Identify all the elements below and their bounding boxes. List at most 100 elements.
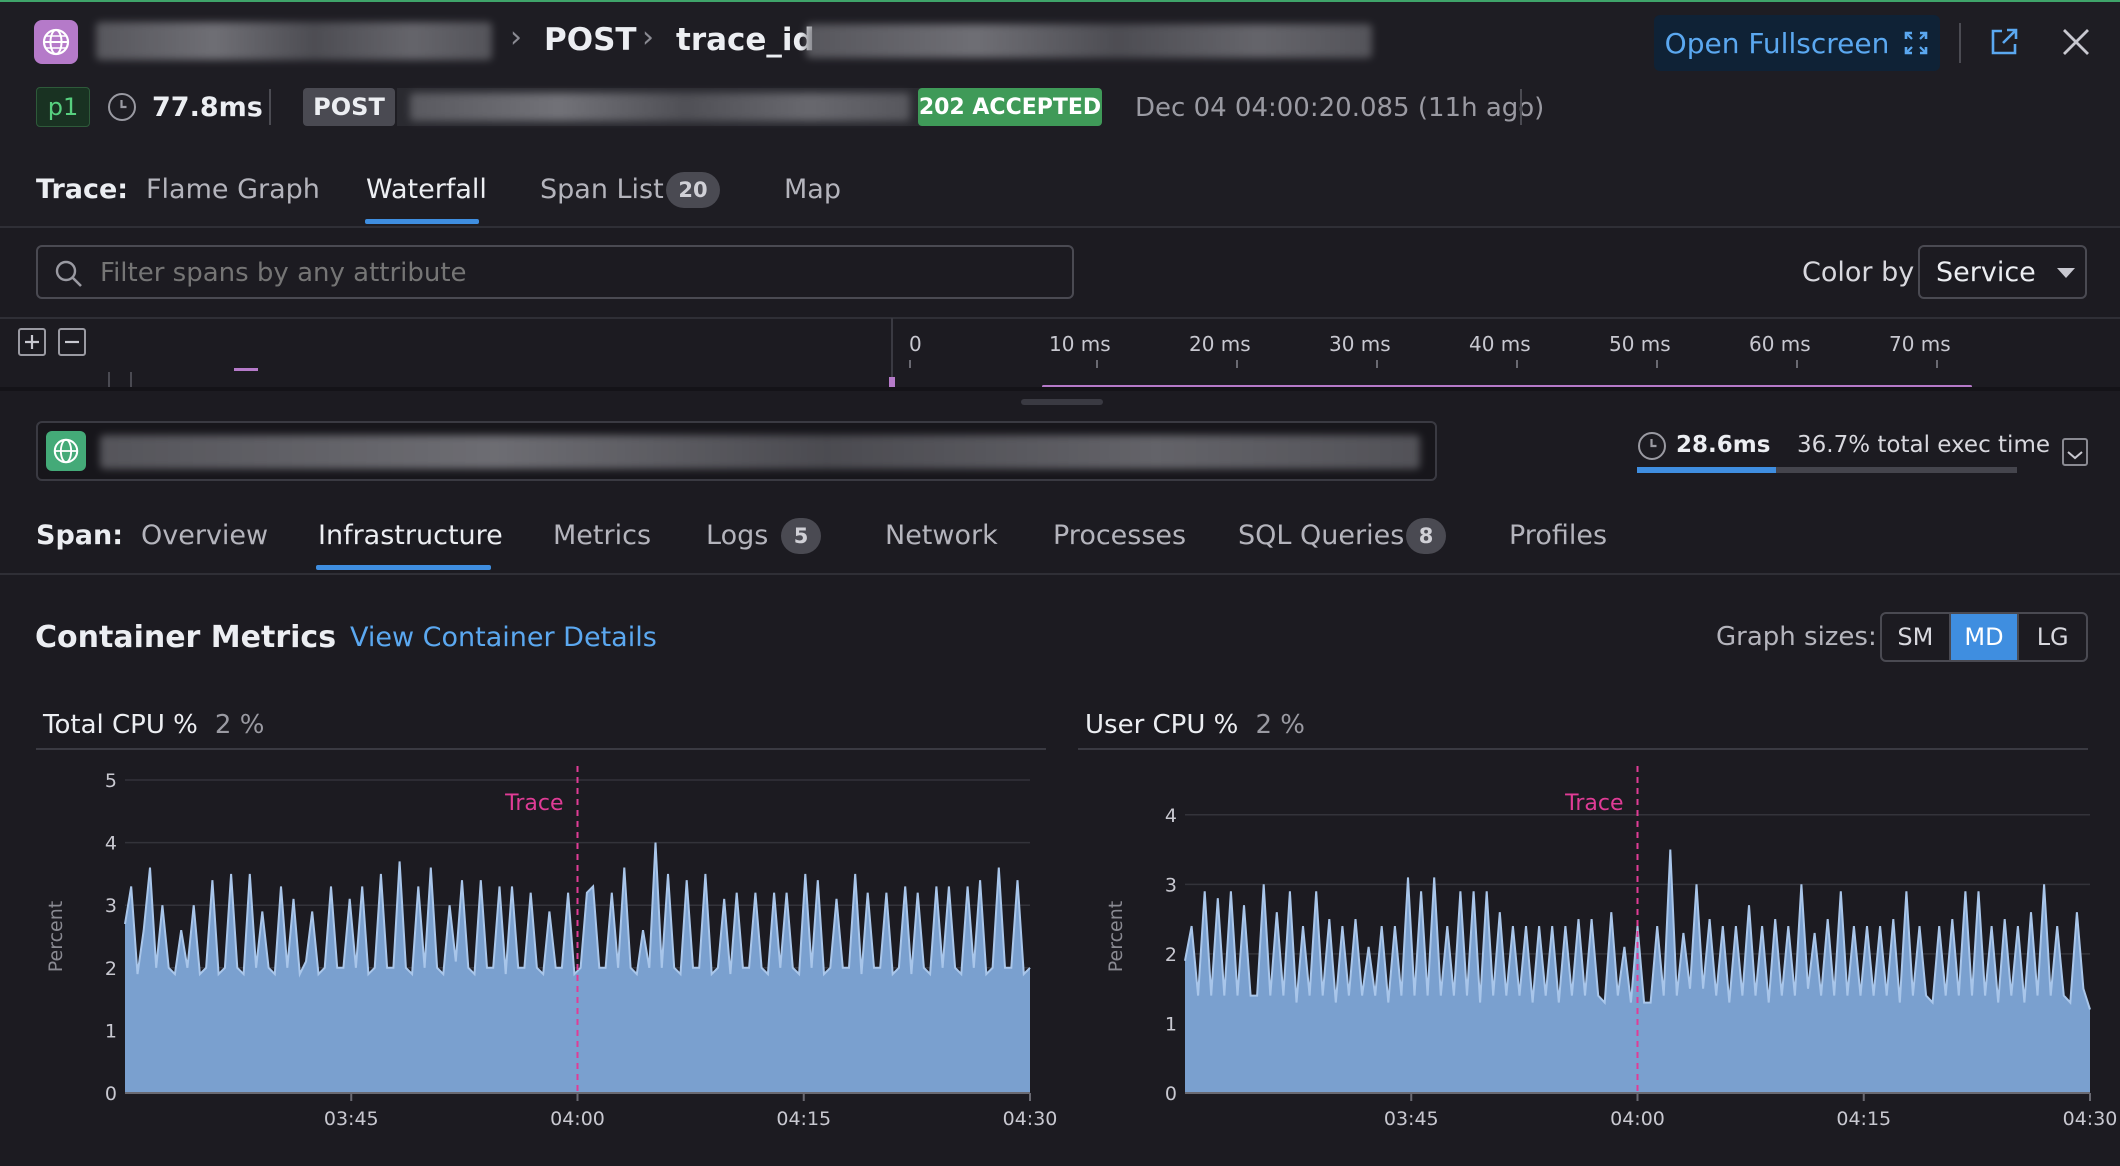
timeline-tick [1236,360,1238,368]
y-axis-label: Percent [45,901,67,973]
close-icon[interactable] [2060,26,2092,62]
timeline-tick-label: 40 ms [1469,332,1531,356]
redacted-service-name [96,22,492,60]
tab-logs[interactable]: Logs [706,520,768,551]
timeline-tick-label: 10 ms [1049,332,1111,356]
span-exec-time: 36.7% total exec time [1797,432,2050,458]
span-filter-field[interactable] [36,245,1074,299]
span-marker [889,377,895,387]
logs-count-badge: 5 [781,518,821,554]
collapse-panel-icon[interactable] [2062,438,2088,466]
timeline-tick-label: 30 ms [1329,332,1391,356]
divider [0,573,2120,575]
size-sm-button[interactable]: SM [1882,614,1951,660]
chart-user-cpu-header: User CPU % 2 % [1085,710,1305,740]
user-cpu-chart: 0 1 2 3 4 Percent 03:45 04:00 04:15 04:30 Trace [1105,766,2118,1130]
clock-icon [1638,432,1666,460]
x-tick-label: 04:00 [1610,1108,1665,1130]
method-badge: POST [303,88,395,126]
redacted-url [410,93,910,121]
meta-divider [269,89,271,125]
span-filter-input[interactable] [100,255,1050,291]
breadcrumb-method[interactable]: POST [544,22,637,58]
expand-all-icon[interactable] [18,328,46,356]
y-tick-label: 3 [105,895,117,917]
y-tick-label: 3 [1165,874,1177,896]
y-tick-label: 1 [105,1020,117,1042]
total-cpu-chart: 0 1 2 3 4 5 Percent 03:45 04:00 04:15 04:30 Trace [45,766,1058,1130]
tab-flame-graph[interactable]: Flame Graph [146,174,320,205]
timeline-tick [1376,360,1378,368]
x-tick-label: 04:15 [1836,1108,1891,1130]
resize-handle[interactable] [1021,399,1103,405]
timeline-tick [1096,360,1098,368]
span-tabs-label: Span: [36,520,124,551]
search-icon [55,260,82,287]
breadcrumb-trace-id[interactable]: trace_id [676,22,815,58]
container-metrics-title: Container Metrics [35,620,337,655]
y-tick-label: 0 [105,1083,117,1105]
timeline-tick [1936,360,1938,368]
status-badge: 202 ACCEPTED [918,88,1102,126]
chart-subtitle: 2 % [214,710,265,740]
priority-badge: p1 [36,87,90,127]
y-tick-label: 2 [1165,944,1177,966]
sql-count-badge: 8 [1406,518,1446,554]
tab-metrics[interactable]: Metrics [553,520,651,551]
trace-duration: 77.8ms [152,92,263,123]
tab-waterfall[interactable]: Waterfall [366,174,487,205]
panel-split [0,387,2120,391]
divider [0,226,2120,228]
chevron-right-icon: › [510,20,522,55]
size-lg-button[interactable]: LG [2019,614,2086,660]
chart-subtitle: 2 % [1255,710,1305,740]
timeline-tick [1656,360,1658,368]
chevron-right-icon: › [642,20,654,55]
y-tick-label: 1 [1165,1013,1177,1035]
active-tab-indicator [316,565,491,570]
tab-sql-queries[interactable]: SQL Queries [1238,520,1404,551]
timeline-tick [1516,360,1518,368]
x-tick-label: 04:15 [776,1108,831,1130]
x-tick-label: 03:45 [324,1108,379,1130]
globe-icon [46,431,86,471]
collapse-all-icon[interactable] [58,328,86,356]
caret-down-icon [2057,268,2075,278]
timeline-tick-label: 20 ms [1189,332,1251,356]
graph-size-toggle: SM MD LG [1880,612,2088,662]
view-container-details-link[interactable]: View Container Details [350,622,657,653]
expand-icon [1905,31,1928,55]
timeline-tick-label: 50 ms [1609,332,1671,356]
x-tick-label: 04:00 [550,1108,605,1130]
y-tick-label: 0 [1165,1083,1177,1105]
tab-processes[interactable]: Processes [1053,520,1186,551]
redacted-span-name [100,435,1420,469]
globe-icon [34,20,78,64]
y-tick-label: 2 [105,958,117,980]
size-md-button[interactable]: MD [1950,614,2020,660]
open-fullscreen-label: Open Fullscreen [1664,26,1890,60]
tab-map[interactable]: Map [784,174,841,205]
timeline-tick [909,360,911,368]
trace-marker-label: Trace [504,791,563,816]
open-fullscreen-button[interactable]: Open Fullscreen [1654,15,1940,71]
y-tick-label: 4 [105,833,117,855]
trace-tabs-label: Trace: [36,174,129,205]
x-tick-label: 04:30 [2063,1108,2118,1130]
tab-span-list[interactable]: Span List [540,174,664,205]
span-count-badge: 20 [666,172,720,208]
exec-time-bar [1637,467,1777,473]
tab-network[interactable]: Network [885,520,998,551]
x-tick-label: 03:45 [1384,1108,1439,1130]
tab-overview[interactable]: Overview [141,520,268,551]
x-tick-label: 04:30 [1003,1108,1058,1130]
timeline-tick-label: 0 [909,332,922,356]
y-tick-label: 4 [1165,805,1177,827]
chart-total-cpu-header: Total CPU % 2 % [43,710,264,740]
tab-profiles[interactable]: Profiles [1509,520,1607,551]
redacted-trace-id [806,24,1372,58]
external-link-icon[interactable] [1988,26,2020,62]
color-by-select[interactable]: Service [1918,245,2087,299]
timeline-tick [1796,360,1798,368]
tab-infrastructure[interactable]: Infrastructure [318,520,503,551]
